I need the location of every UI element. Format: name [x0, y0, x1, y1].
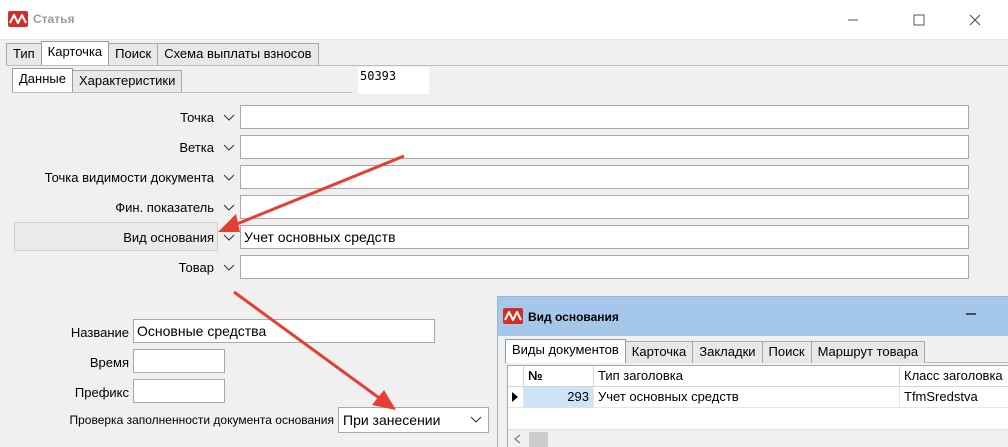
chevron-down-icon: [223, 114, 235, 121]
basis-type-field[interactable]: Учет основных средств: [240, 225, 969, 249]
tab-search[interactable]: Поиск: [761, 341, 812, 363]
arrow-to-basis-check: [233, 290, 396, 410]
tab-card[interactable]: Карточка: [624, 341, 694, 363]
table-row[interactable]: 293 Учет основных средств TfmSredstva: [508, 387, 1008, 408]
tab-payment-scheme[interactable]: Схема выплаты взносов: [157, 43, 319, 65]
label-goods: Товар: [178, 260, 214, 275]
goods-dropdown-button[interactable]: [220, 257, 238, 279]
document-types-grid[interactable]: № Тип заголовка Класс заголовка 293 Учет…: [507, 365, 1008, 447]
fin-indicator-dropdown-button[interactable]: [220, 197, 238, 219]
name-field[interactable]: Основные средства: [133, 319, 435, 343]
grid-header: № Тип заголовка Класс заголовка: [508, 366, 1008, 387]
fin-indicator-field[interactable]: [240, 195, 969, 219]
chevron-down-icon: [223, 174, 235, 181]
maximize-button[interactable]: [896, 0, 942, 40]
tab-goods-route[interactable]: Маршрут товара: [810, 341, 926, 363]
row-pointer-icon: [508, 387, 524, 408]
tab-search[interactable]: Поиск: [108, 43, 159, 65]
label-fin-indicator: Фин. показатель: [115, 200, 214, 215]
chevron-down-icon: [470, 416, 482, 423]
chevron-down-icon: [223, 204, 235, 211]
tab-characteristics[interactable]: Характеристики: [71, 70, 183, 92]
label-branch: Ветка: [179, 140, 214, 155]
popup-title: Вид основания: [528, 310, 619, 324]
minimize-icon: [848, 19, 858, 21]
point-field[interactable]: [240, 105, 969, 129]
record-id: 50393: [358, 67, 429, 94]
scrollbar-thumb[interactable]: [529, 432, 548, 447]
label-basis-check: Проверка заполненности документа основан…: [69, 413, 335, 427]
sub-tab-bar: Данные Характеристики: [12, 68, 183, 92]
label-time: Время: [89, 355, 129, 370]
popup-title-bar: Вид основания: [498, 297, 1008, 336]
branch-field[interactable]: [240, 135, 969, 159]
chevron-down-icon: [223, 144, 235, 151]
tab-type[interactable]: Тип: [6, 43, 42, 65]
tab-panel-border: [6, 65, 1008, 66]
prefix-field[interactable]: [133, 379, 225, 403]
label-point: Точка: [180, 110, 214, 125]
cell-number[interactable]: 293: [524, 387, 594, 408]
cell-title-class[interactable]: TfmSredstva: [900, 387, 1008, 408]
tab-card[interactable]: Карточка: [40, 41, 110, 65]
tab-bookmarks[interactable]: Закладки: [692, 341, 763, 363]
minimize-icon: [966, 313, 976, 315]
basis-type-popup: Вид основания Виды документов Карточка З…: [497, 296, 1008, 447]
subtab-panel-border: [12, 92, 352, 93]
point-dropdown-button[interactable]: [220, 107, 238, 129]
close-button[interactable]: [952, 0, 998, 40]
grid-col-title-class[interactable]: Класс заголовка: [900, 366, 1008, 387]
branch-dropdown-button[interactable]: [220, 137, 238, 159]
tab-document-types[interactable]: Виды документов: [505, 339, 626, 363]
minimize-button[interactable]: [830, 0, 876, 40]
doc-visibility-dropdown-button[interactable]: [220, 167, 238, 189]
basis-check-value: При занесении: [343, 412, 441, 428]
close-icon: [969, 14, 981, 26]
basis-type-dropdown-button[interactable]: [220, 227, 238, 249]
label-name: Название: [70, 325, 129, 340]
scroll-left-icon[interactable]: [513, 434, 523, 444]
grid-indicator-header: [508, 366, 524, 387]
label-doc-visibility-point: Точка видимости документа: [44, 170, 214, 185]
horizontal-scrollbar[interactable]: [508, 429, 1008, 447]
main-tab-bar: Тип Карточка Поиск Схема выплаты взносов: [6, 41, 319, 65]
maximize-icon: [913, 14, 925, 26]
app-logo-icon: [503, 308, 523, 324]
chevron-down-icon: [223, 264, 235, 271]
basis-check-select[interactable]: При занесении: [338, 407, 489, 433]
tab-data[interactable]: Данные: [12, 68, 73, 92]
doc-visibility-field[interactable]: [240, 165, 969, 189]
grid-col-title-type[interactable]: Тип заголовка: [594, 366, 900, 387]
grid-col-number[interactable]: №: [524, 366, 594, 387]
cell-title-type[interactable]: Учет основных средств: [594, 387, 900, 408]
chevron-down-icon: [223, 234, 235, 241]
goods-field[interactable]: [240, 255, 969, 279]
window-title: Статья: [33, 12, 75, 26]
title-bar: Статья: [0, 0, 1008, 40]
label-prefix: Префикс: [74, 385, 129, 400]
popup-tab-bar: Виды документов Карточка Закладки Поиск …: [505, 339, 926, 363]
app-logo-icon: [8, 11, 28, 27]
time-field[interactable]: [133, 349, 225, 373]
popup-minimize-button[interactable]: [961, 307, 981, 327]
label-basis-type: Вид основания: [123, 230, 214, 245]
